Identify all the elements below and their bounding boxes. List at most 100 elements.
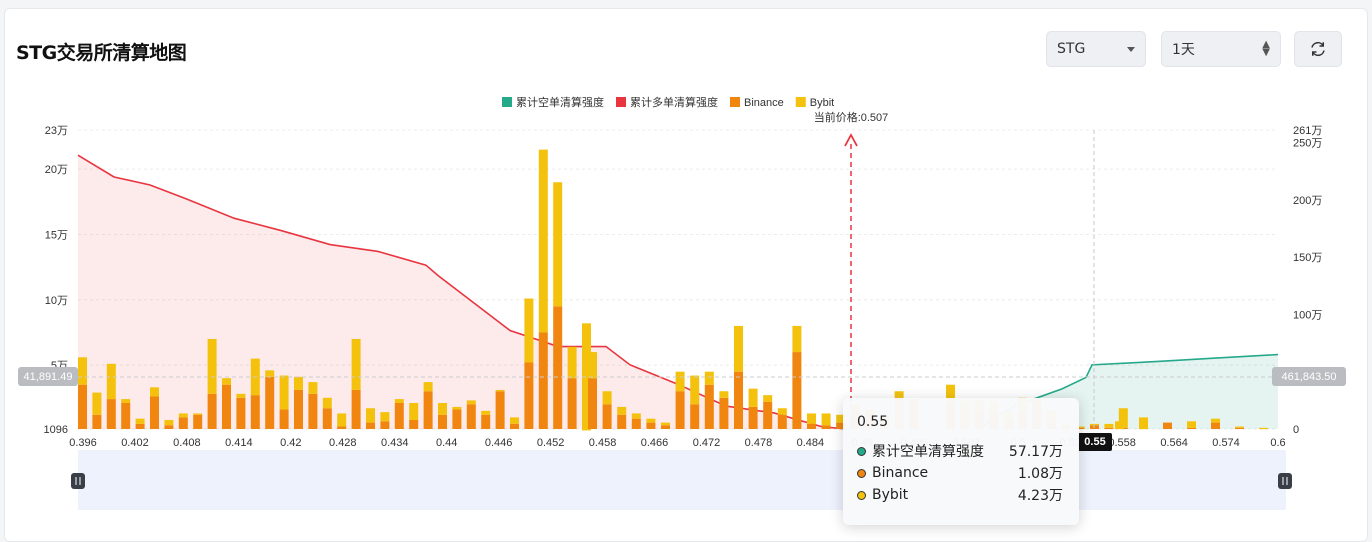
binance-bar [308,393,318,429]
left-tick-label: 20万 [45,164,68,176]
binance-bar [1104,427,1114,429]
binance-bar [250,395,260,429]
binance-bar [1187,427,1196,429]
bybit-bar [553,182,563,307]
x-tick-label: 0.446 [485,437,513,449]
tooltip-row-bybit: Bybit 4.23万 [857,484,1063,506]
bybit-bar [792,325,802,353]
binance-bar [438,414,447,429]
tooltip-dot-binance [857,468,866,478]
current-price-label: 当前价格:0.507 [814,110,889,124]
bybit-bar [351,338,361,390]
zoom-slider-track[interactable] [78,450,1286,510]
x-tick-label: 0.484 [797,437,825,449]
zoom-slider-right-handle[interactable] [1278,473,1292,489]
x-tick-label: 0.472 [693,437,721,449]
bybit-bar [748,388,758,407]
bybit-bar [567,346,577,379]
binance-bar [495,391,505,429]
tooltip-label: Bybit [872,487,909,503]
bybit-bar [207,338,217,394]
bybit-bar [807,413,816,424]
binance-bar [452,409,462,429]
tooltip-row-short: 累计空单清算强度 57.17万 [857,440,1063,462]
legend-swatch [502,97,512,107]
binance-bar [178,417,188,429]
x-tick-label: 0.428 [329,437,357,449]
bybit-bar [510,417,519,424]
right-tick-label: 150万 [1293,252,1322,264]
binance-bar [807,423,816,429]
bybit-bar [763,395,773,402]
x-tick-label: 0.6 [1270,437,1285,449]
legend-label: 累计多单清算强度 [630,95,718,109]
binance-bar [602,404,612,429]
x-tick-label: 0.42 [280,437,301,449]
binance-bar [481,414,491,429]
highlight-x-label: 0.55 [1078,433,1112,451]
left-tick-label: 23万 [45,125,68,137]
binance-bar [646,422,656,429]
binance-bar [617,414,627,429]
right-tick-label: 200万 [1293,195,1322,207]
binance-bar [150,396,159,429]
bybit-bar [394,399,404,404]
legend-label: Binance [744,97,784,109]
binance-bar [193,414,203,429]
bybit-bar [135,418,145,424]
tooltip-value: 1.08万 [1017,466,1063,482]
bybit-bar [466,400,476,405]
bybit-bar [380,412,390,422]
binance-bar [164,425,174,429]
right-marker-label: 461,843.50 [1281,371,1336,383]
binance-bar [538,332,548,429]
bybit-bar [1115,421,1124,430]
left-tick-label: 10万 [45,295,68,307]
bybit-bar [719,391,729,398]
bybit-bar [631,413,641,419]
binance-bar [236,397,246,429]
zoom-slider-left-handle[interactable] [71,473,85,489]
binance-bar [588,378,597,429]
x-tick-label: 0.478 [745,437,773,449]
bybit-bar [894,391,904,398]
tooltip-dot-bybit [857,490,866,500]
bybit-bar [294,376,303,390]
x-tick-label: 0.44 [436,437,457,449]
binance-bar [510,423,519,429]
binance-bar [78,384,87,429]
binance-bar [135,423,145,429]
chart-legend[interactable]: 累计空单清算强度 累计多单清算强度 Binance Bybit [502,95,834,109]
bybit-bar [1187,421,1196,428]
x-tick-label: 0.458 [589,437,617,449]
bybit-bar [337,413,347,427]
right-tick-label: 261万 [1293,125,1322,137]
bybit-bar [495,389,505,392]
right-tick-label: 0 [1293,424,1299,436]
left-tick-label: 1096 [44,424,68,436]
legend-swatch [730,97,740,107]
binance-bar [631,418,641,429]
bybit-bar [121,399,131,404]
bybit-bar [646,418,656,423]
binance-bar [1235,427,1244,429]
x-tick-label: 0.466 [641,437,669,449]
bybit-bar [236,393,246,398]
binance-bar [92,414,102,429]
binance-bar [821,425,831,429]
liquidation-chart[interactable]: 累计空单清算强度 累计多单清算强度 Binance Bybit 10965万10万15… [0,0,1372,542]
bybit-bar [777,408,787,415]
bybit-bar [617,406,627,415]
binance-bar [394,403,404,429]
bybit-bar [1211,418,1220,423]
bybit-bar [92,392,102,415]
binance-bar [524,362,534,429]
x-tick-label: 0.564 [1160,437,1188,449]
bybit-bar [164,419,174,426]
tooltip-label: Binance [872,465,929,481]
binance-bar [690,404,700,429]
binance-bar [121,403,131,429]
x-tick-label: 0.574 [1212,437,1240,449]
x-tick-label: 0.452 [537,437,565,449]
x-tick-label: 0.558 [1108,437,1136,449]
